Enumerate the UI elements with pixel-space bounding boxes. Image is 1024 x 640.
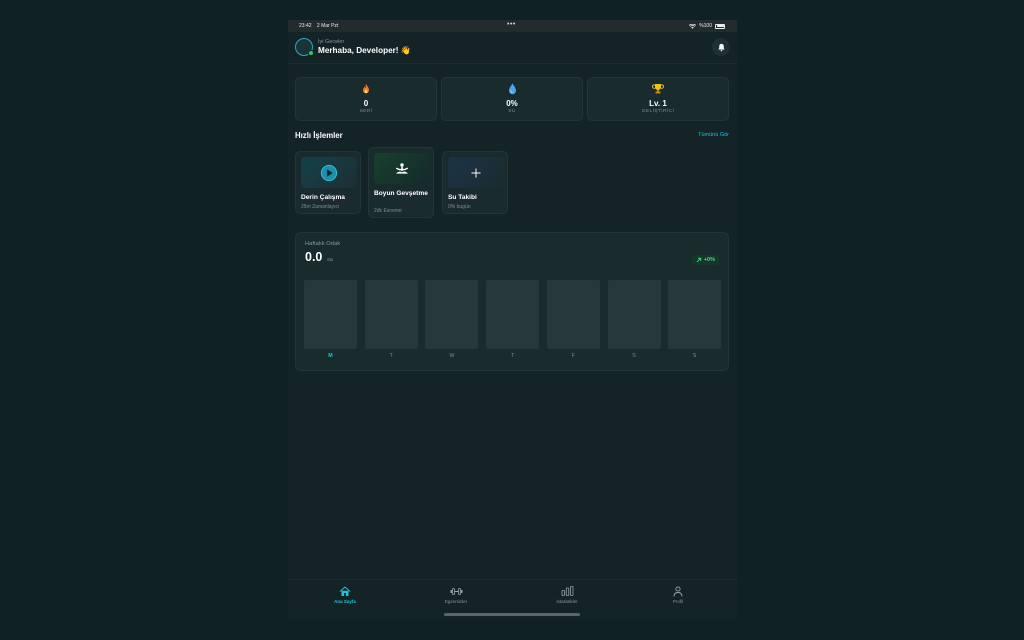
tab-profile[interactable]: Profil: [648, 585, 708, 604]
water-label: SU: [508, 109, 516, 114]
day-label: M: [328, 353, 333, 359]
level-label: GELİŞTİRİCİ: [641, 109, 675, 114]
tab-label: Profil: [672, 599, 684, 604]
greeting-subtitle: İyi Geceler: [318, 39, 345, 45]
play-icon: [320, 164, 338, 181]
tab-statistics[interactable]: İstatistikler: [537, 585, 597, 604]
day-label: F: [571, 353, 575, 359]
battery-percent: %100: [699, 23, 712, 29]
water-value: 0%: [506, 99, 518, 108]
day-label: T: [389, 353, 393, 359]
trophy-icon: [652, 84, 664, 94]
quick-actions-title: Hızlı İşlemler: [295, 131, 343, 140]
greeting-title: Merhaba, Developer! 👋: [318, 46, 412, 55]
day-label: T: [510, 353, 515, 359]
profile-icon: [673, 585, 683, 597]
notifications-button[interactable]: [712, 38, 730, 56]
quick-action-subtitle: 0% bugün: [448, 204, 471, 210]
tab-label: İstatistikler: [556, 599, 578, 604]
see-all-link[interactable]: Tümünü Gör: [698, 132, 729, 138]
wifi-icon: [689, 23, 697, 29]
avatar[interactable]: [295, 38, 314, 56]
flame-icon: [363, 83, 369, 94]
day-bar[interactable]: [304, 280, 357, 349]
trend-value: +0%: [703, 257, 715, 263]
day-bar[interactable]: [364, 280, 418, 349]
water-drop-icon: [508, 83, 516, 95]
day-bar[interactable]: [425, 280, 479, 349]
status-time: 23:42: [299, 23, 312, 29]
stats-row: 0 SERİ 0% SU Lv. 1 GELİŞTİRİCİ: [295, 77, 729, 121]
stat-card-water[interactable]: 0% SU: [441, 77, 583, 121]
online-status-dot: [308, 50, 314, 56]
day-bar[interactable]: [607, 280, 661, 349]
weekly-focus-card: Haftalık Odak 0.0 sa +0% M T W T F S S: [295, 232, 729, 371]
status-date: 2 Mar Pzt: [316, 23, 339, 29]
weekly-focus-title: Haftalık Odak: [305, 241, 341, 247]
status-bar: 23:42 2 Mar Pzt ••• %100: [288, 20, 737, 32]
streak-value: 0: [363, 99, 369, 108]
quick-action-neck-stretch[interactable]: Boyun Gevşetme 2dk Esneme: [368, 147, 434, 218]
tablet-screen: 23:42 2 Mar Pzt ••• %100 İyi Geceler Mer…: [288, 20, 737, 620]
weekly-focus-value: 0.0: [305, 250, 323, 264]
quick-action-subtitle: 2dk Esneme: [374, 208, 402, 214]
multitask-dots[interactable]: •••: [507, 21, 516, 28]
tab-exercises[interactable]: Egzersizler: [426, 585, 486, 604]
battery-icon: [715, 23, 725, 29]
app-header: İyi Geceler Merhaba, Developer! 👋: [288, 32, 737, 64]
tab-label: Egzersizler: [444, 599, 468, 604]
day-bar[interactable]: [668, 280, 722, 349]
day-bar[interactable]: [546, 280, 600, 349]
home-icon: [339, 586, 351, 596]
day-bar[interactable]: [486, 280, 540, 349]
stat-card-streak[interactable]: 0 SERİ: [295, 77, 437, 121]
tab-label: Ana Sayfa: [334, 599, 356, 604]
level-value: Lv. 1: [649, 99, 667, 108]
trend-badge: +0%: [691, 255, 719, 265]
quick-action-water-tracking[interactable]: Su Takibi 0% bugün: [442, 151, 508, 214]
quick-action-deep-work[interactable]: Derin Çalışma 25m Zamanlayıcı: [295, 151, 361, 214]
meditation-icon: [396, 162, 408, 174]
tab-home[interactable]: Ana Sayfa: [315, 585, 375, 604]
stat-card-level[interactable]: Lv. 1 GELİŞTİRİCİ: [587, 77, 729, 121]
weekly-focus-unit: sa: [327, 257, 333, 263]
day-label: S: [692, 353, 697, 359]
home-indicator[interactable]: [444, 613, 580, 616]
quick-action-subtitle: 25m Zamanlayıcı: [301, 204, 340, 210]
streak-label: SERİ: [359, 109, 373, 114]
day-label: W: [449, 353, 455, 359]
quick-action-title: Derin Çalışma: [301, 194, 345, 201]
bell-icon: [717, 43, 725, 51]
quick-action-title: Boyun Gevşetme: [374, 190, 428, 197]
stats-icon: [561, 586, 573, 596]
plus-icon: [471, 167, 481, 178]
day-label: S: [632, 353, 636, 359]
dumbbell-icon: [450, 587, 462, 595]
trend-up-icon: [696, 257, 702, 263]
quick-action-title: Su Takibi: [448, 194, 477, 201]
